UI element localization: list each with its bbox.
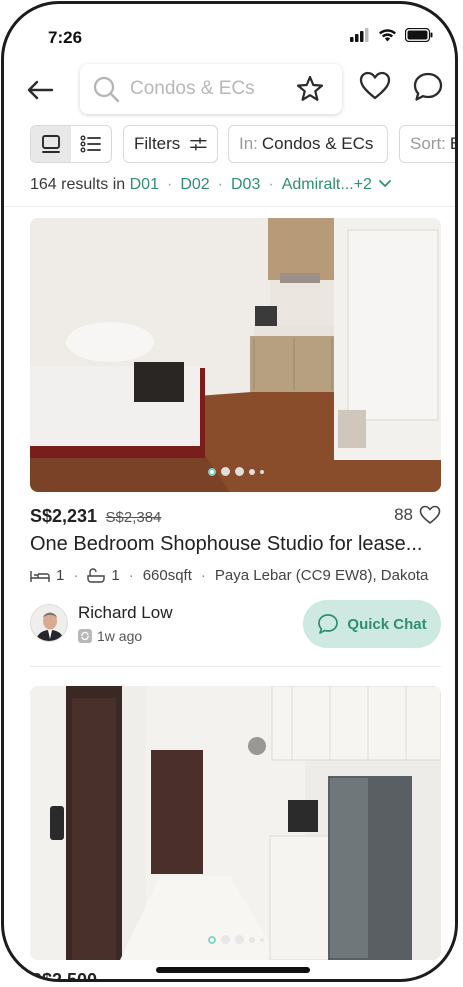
- chat-bubble-icon: [413, 72, 443, 101]
- pagination-dot: [248, 936, 255, 943]
- pagination-dot: [259, 937, 264, 942]
- wifi-icon: [379, 29, 396, 42]
- back-button[interactable]: [22, 72, 58, 108]
- view-toggle: [30, 125, 112, 163]
- chat-bubble-icon: [318, 614, 339, 634]
- listing-price: S$2,500: [30, 970, 98, 982]
- floor-size: 660sqft: [142, 567, 192, 584]
- chat-button[interactable]: [412, 71, 444, 108]
- filter-bar: Filters In: Condos & ECs Sort: B: [30, 125, 455, 163]
- pagination-dot: [248, 468, 255, 475]
- pagination-dot: [234, 935, 244, 944]
- list-view-icon: [80, 135, 101, 153]
- pagination-dot: [207, 935, 216, 944]
- bath-icon: [87, 567, 106, 583]
- status-icons: [350, 28, 433, 42]
- quick-chat-label: Quick Chat: [347, 615, 427, 633]
- listing-location: Paya Lebar (CC9 EW8), Dakota: [214, 567, 429, 584]
- property-type-filter[interactable]: In: Condos & ECs: [228, 125, 388, 163]
- listing-price: S$2,231: [30, 506, 98, 526]
- signal-icon: [350, 28, 369, 42]
- bath-count: 1: [111, 567, 120, 584]
- heart-icon: [419, 505, 441, 524]
- location-link[interactable]: D03: [231, 176, 260, 193]
- results-summary: 164 results in D01 · D02 · D03 · Admiralt...+2: [30, 176, 392, 194]
- agent-photo: [31, 605, 67, 641]
- refresh-badge-icon: [78, 629, 92, 643]
- chevron-down-icon[interactable]: [379, 179, 392, 189]
- location-link[interactable]: Admiralt...+2: [282, 176, 372, 193]
- divider: [4, 206, 455, 207]
- bed-count: 1: [56, 567, 65, 584]
- photo-pagination: [207, 467, 264, 476]
- star-icon[interactable]: [296, 75, 324, 102]
- listing-details: 1 · 1 · 660sqft · Paya Lebar (CC9 EW8), …: [30, 567, 428, 584]
- pagination-dot: [234, 467, 244, 476]
- sort-button[interactable]: Sort: B: [399, 125, 455, 163]
- quick-chat-button[interactable]: Quick Chat: [303, 600, 441, 648]
- property-type-value: Condos & ECs: [261, 134, 374, 153]
- agent-avatar[interactable]: [30, 604, 68, 642]
- list-view-button[interactable]: [71, 126, 111, 162]
- arrow-left-icon: [27, 80, 54, 100]
- battery-icon: [405, 28, 433, 42]
- favorites-button[interactable]: [359, 71, 391, 106]
- like-count[interactable]: 1: [420, 972, 429, 979]
- phone-screen: 7:26 Condos & ECs Filters In: Condos & E…: [0, 0, 463, 987]
- results-count: 164 results in: [30, 176, 126, 193]
- room-photo: [30, 218, 441, 492]
- apartment-photo: [30, 686, 441, 960]
- agent-name[interactable]: Richard Low: [78, 603, 173, 623]
- location-link[interactable]: D01: [130, 176, 159, 193]
- sort-prefix: Sort:: [410, 134, 446, 153]
- filters-button[interactable]: Filters: [123, 125, 218, 163]
- listing-title[interactable]: One Bedroom Shophouse Studio for lease..…: [30, 533, 422, 556]
- listing-photo[interactable]: [30, 686, 441, 960]
- listing-old-price: S$2,384: [105, 509, 162, 526]
- search-bar[interactable]: [80, 64, 342, 114]
- card-view-button[interactable]: [31, 126, 71, 162]
- status-time: 7:26: [48, 28, 83, 47]
- price-row: S$2,231 S$2,384 88: [30, 505, 441, 530]
- photo-pagination: [207, 935, 264, 944]
- like-button[interactable]: 88: [394, 505, 441, 525]
- posted-label: 1w ago: [97, 628, 143, 644]
- search-icon: [93, 76, 120, 103]
- location-link[interactable]: D02: [180, 176, 209, 193]
- filters-label: Filters: [134, 134, 181, 153]
- like-count: 88: [394, 505, 413, 524]
- pagination-dot: [220, 467, 230, 476]
- home-indicator[interactable]: [156, 967, 310, 973]
- pagination-dot: [207, 467, 216, 476]
- listing-photo[interactable]: [30, 218, 441, 492]
- heart-icon: [359, 71, 391, 100]
- posted-time: 1w ago: [78, 628, 142, 644]
- search-input[interactable]: [128, 77, 292, 101]
- pagination-dot: [259, 469, 264, 474]
- property-type-prefix: In:: [239, 134, 258, 153]
- device-frame: 7:26 Condos & ECs Filters In: Condos & E…: [1, 1, 458, 982]
- sliders-icon: [190, 137, 207, 151]
- bed-icon: [30, 570, 50, 582]
- sort-value: B: [450, 134, 455, 154]
- card-view-icon: [42, 135, 60, 153]
- pagination-dot: [220, 935, 230, 944]
- divider: [30, 666, 441, 667]
